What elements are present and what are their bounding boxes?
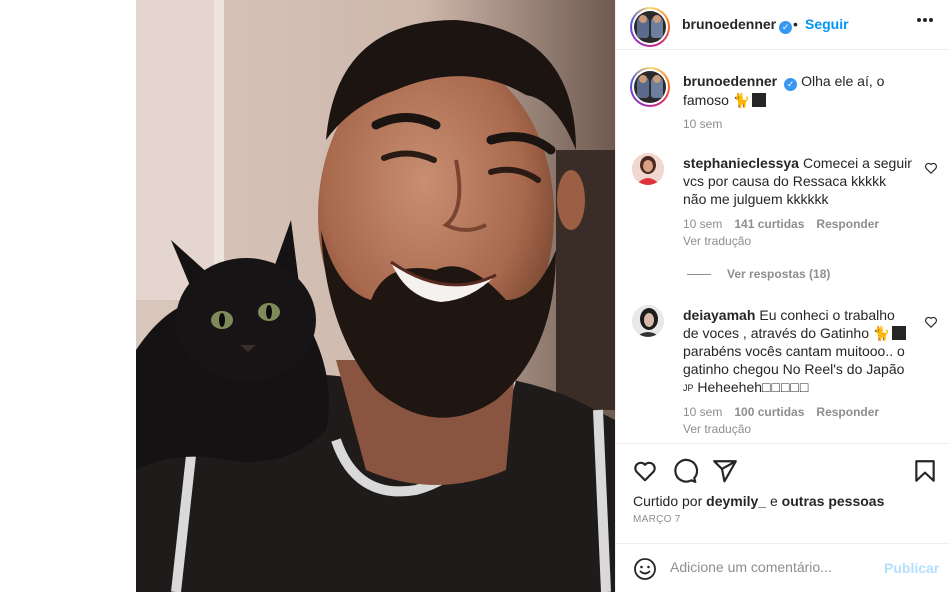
comment-text-part2: parabéns vocês cantam muitooo.. o gatinh… bbox=[683, 343, 905, 377]
reply-button[interactable]: Responder bbox=[816, 405, 879, 419]
comment-username[interactable]: deiayamah bbox=[683, 307, 755, 323]
share-icon[interactable] bbox=[712, 458, 738, 484]
verified-badge-icon: ✓ bbox=[784, 78, 798, 91]
caption-meta: 10 sem bbox=[683, 117, 734, 131]
commenter-avatar[interactable] bbox=[632, 305, 664, 337]
black-square-emoji bbox=[752, 93, 767, 107]
caption-text-block: brunoedenner ✓ Olha ele aí, o famoso 🐈 bbox=[683, 72, 913, 109]
comment-icon[interactable] bbox=[672, 458, 698, 484]
caption-avatar[interactable] bbox=[630, 67, 670, 107]
comment-username[interactable]: stephanieclessya bbox=[683, 155, 799, 171]
cat-emoji: 🐈 bbox=[872, 325, 891, 341]
emoji-icon[interactable] bbox=[633, 557, 657, 581]
translate-link[interactable]: Ver tradução bbox=[683, 234, 751, 248]
comments-list[interactable]: brunoedenner ✓ Olha ele aí, o famoso 🐈 10 … bbox=[616, 51, 950, 443]
author-avatar[interactable] bbox=[630, 7, 670, 47]
reply-button[interactable]: Responder bbox=[816, 217, 879, 231]
post-actions: Curtido por deymily_ e outras pessoas Ma… bbox=[616, 443, 950, 543]
heart-icon[interactable] bbox=[632, 458, 658, 484]
add-comment-input[interactable] bbox=[670, 559, 870, 575]
view-replies-label[interactable]: Ver respostas (18) bbox=[727, 267, 830, 281]
liked-by: Curtido por deymily_ e outras pessoas bbox=[633, 493, 884, 509]
publish-button[interactable]: Publicar bbox=[884, 560, 939, 576]
comment-heart-icon[interactable] bbox=[924, 161, 938, 175]
jp-tag: JP bbox=[683, 383, 694, 393]
author-username-row[interactable]: brunoedenner ✓ bbox=[682, 16, 793, 34]
liked-by-connector: e bbox=[769, 493, 778, 509]
add-comment-bar: Publicar bbox=[616, 543, 950, 592]
translate-link[interactable]: Ver tradução bbox=[683, 422, 751, 436]
caption-time[interactable]: 10 sem bbox=[683, 117, 722, 131]
comment-meta: 10 sem 141 curtidas Responder bbox=[683, 217, 891, 231]
caption-username[interactable]: brunoedenner bbox=[683, 73, 777, 89]
unrendered-glyphs: □□□□□ bbox=[762, 379, 810, 395]
comment-time[interactable]: 10 sem bbox=[683, 405, 722, 419]
more-options-icon[interactable] bbox=[916, 12, 934, 34]
comment-likes[interactable]: 141 curtidas bbox=[734, 217, 804, 231]
replies-divider bbox=[687, 274, 711, 276]
post-side-panel: brunoedenner ✓ • Seguir brunoedenner ✓ Olha… bbox=[615, 0, 950, 592]
post-header: brunoedenner ✓ • Seguir bbox=[616, 0, 950, 50]
comment-meta: 10 sem 100 curtidas Responder bbox=[683, 405, 891, 419]
black-square-emoji bbox=[892, 326, 907, 340]
comment-time[interactable]: 10 sem bbox=[683, 217, 722, 231]
comment-likes[interactable]: 100 curtidas bbox=[734, 405, 804, 419]
author-username[interactable]: brunoedenner bbox=[682, 16, 776, 32]
post-date[interactable]: Março 7 bbox=[633, 514, 681, 525]
comment-heart-icon[interactable] bbox=[924, 315, 938, 329]
photo-illustration bbox=[136, 0, 615, 592]
separator-dot: • bbox=[793, 16, 798, 32]
post-photo[interactable] bbox=[136, 0, 615, 592]
liked-by-user[interactable]: deymily_ bbox=[706, 493, 766, 509]
comment-text-block: stephanieclessya Comecei a seguir vcs por… bbox=[683, 154, 913, 208]
liked-by-others[interactable]: outras pessoas bbox=[782, 493, 885, 509]
view-replies-button[interactable]: Ver respostas (18) bbox=[687, 267, 830, 281]
comment-text-part3: Heheeheh bbox=[697, 379, 763, 395]
bookmark-icon[interactable] bbox=[912, 458, 938, 484]
commenter-avatar[interactable] bbox=[632, 153, 664, 185]
liked-by-prefix: Curtido por bbox=[633, 493, 703, 509]
instagram-post-page: brunoedenner ✓ • Seguir brunoedenner ✓ Olha… bbox=[0, 0, 950, 592]
cat-emoji: 🐈 bbox=[732, 92, 751, 108]
follow-button[interactable]: Seguir bbox=[805, 16, 849, 32]
comment-text-block: deiayamah Eu conheci o trabalho de voces … bbox=[683, 306, 913, 397]
verified-badge-icon: ✓ bbox=[779, 21, 793, 34]
